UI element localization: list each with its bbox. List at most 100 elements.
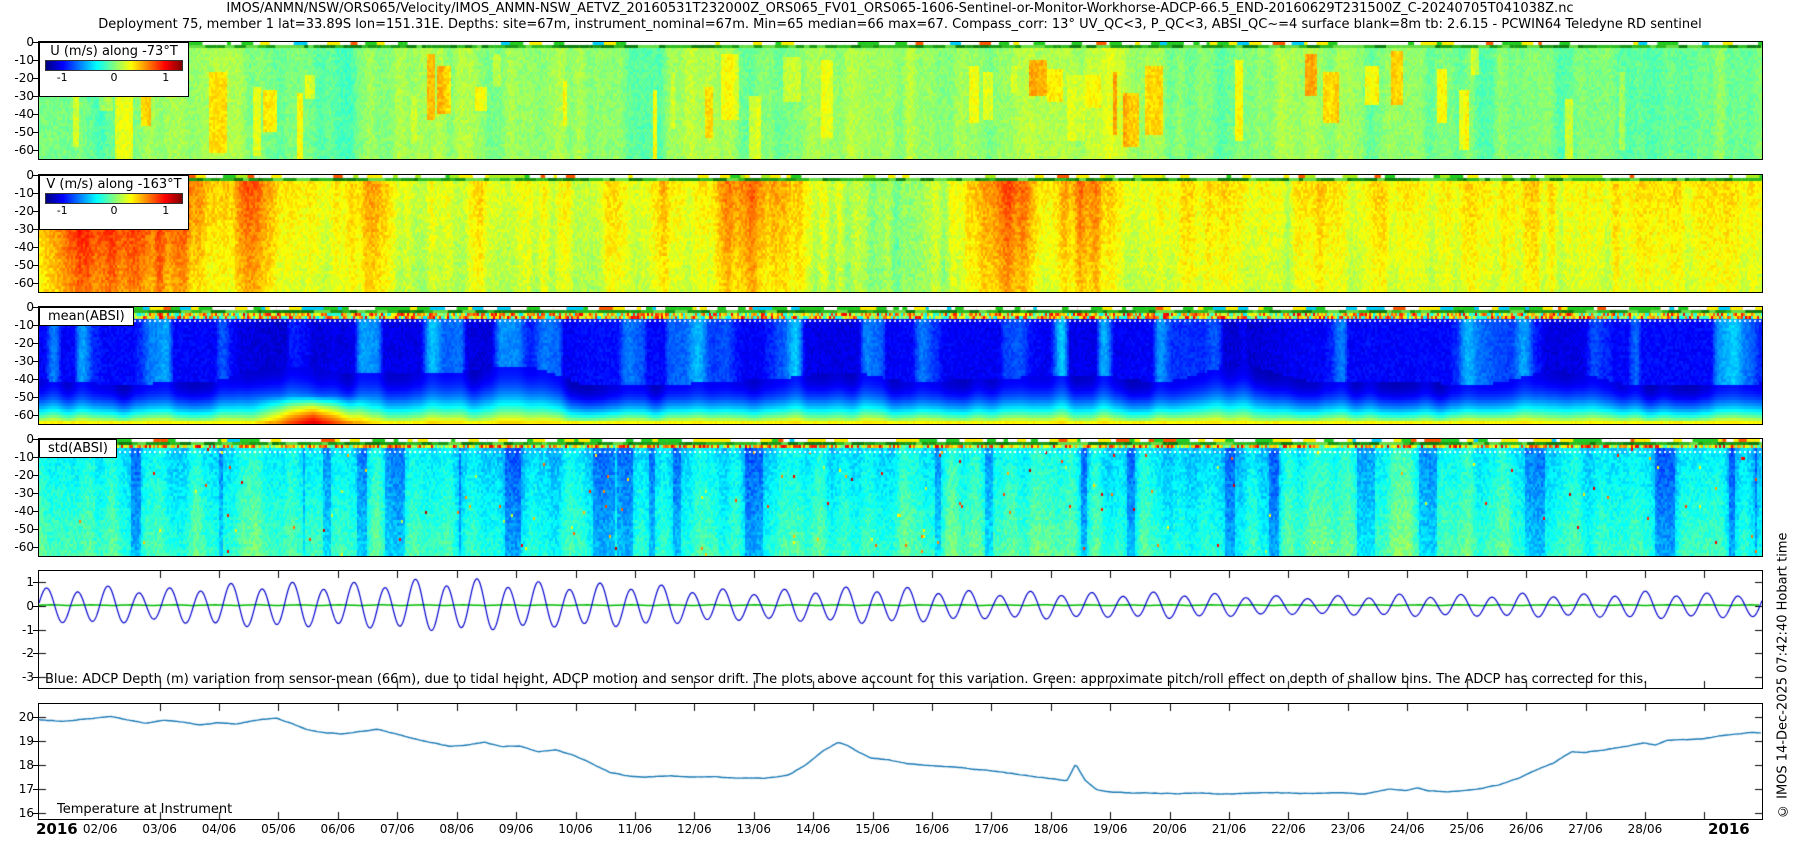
xaxis-date-label: 04/06 xyxy=(202,822,237,836)
xaxis-date-label: 11/06 xyxy=(618,822,653,836)
mean-absi-ytick-label: -20 xyxy=(0,336,34,350)
u-colorbar-legend: U (m/s) along -73°T -101 xyxy=(39,42,189,97)
adcp-monthly-plot-page: IMOS/ANMN/NSW/ORS065/Velocity/IMOS_ANMN-… xyxy=(0,0,1800,850)
temperature-ytick-label: 16 xyxy=(0,806,34,820)
depth-ytick-mark xyxy=(33,582,38,583)
u-ytick-mark xyxy=(33,42,38,43)
xaxis-date-label: 13/06 xyxy=(736,822,771,836)
u-colorbar-tick: 0 xyxy=(111,71,118,84)
xaxis-date-label: 27/06 xyxy=(1568,822,1603,836)
xaxis-date-label: 26/06 xyxy=(1509,822,1544,836)
temperature-ytick-mark xyxy=(33,813,38,814)
xaxis-date-label: 20/06 xyxy=(1152,822,1187,836)
std-absi-ytick-mark xyxy=(33,475,38,476)
v-ytick-mark xyxy=(33,283,38,284)
xaxis-date-label: 03/06 xyxy=(142,822,177,836)
std-absi-ytick-mark xyxy=(33,439,38,440)
xaxis-date-label: 15/06 xyxy=(855,822,890,836)
mean-absi-ytick-mark xyxy=(33,361,38,362)
mean-absi-ytick-mark xyxy=(33,307,38,308)
std-absi-ytick-mark xyxy=(33,457,38,458)
v-ytick-label: 0 xyxy=(0,168,34,182)
temperature-ytick-label: 19 xyxy=(0,734,34,748)
temperature-ytick-label: 18 xyxy=(0,758,34,772)
xaxis-date-label: 19/06 xyxy=(1093,822,1128,836)
v-colorbar-gradient xyxy=(45,193,183,204)
v-ytick-mark xyxy=(33,247,38,248)
xaxis-year-start: 2016 xyxy=(36,820,78,838)
depth-variation-lineplot xyxy=(39,571,1762,688)
xaxis-date-label: 22/06 xyxy=(1271,822,1306,836)
v-velocity-heatmap xyxy=(39,175,1762,292)
std-absi-ytick-label: 0 xyxy=(0,432,34,446)
std-absi-ytick-label: -30 xyxy=(0,486,34,500)
xaxis-date-label: 28/06 xyxy=(1628,822,1663,836)
u-ytick-label: -20 xyxy=(0,71,34,85)
std-absi-ytick-mark xyxy=(33,493,38,494)
u-ytick-label: -30 xyxy=(0,89,34,103)
mean-absi-ytick-label: -30 xyxy=(0,354,34,368)
std-absi-label: std(ABSI) xyxy=(39,439,117,458)
panel-depth-variation: Blue: ADCP Depth (m) variation from sens… xyxy=(38,570,1763,689)
mean-absi-ytick-mark xyxy=(33,415,38,416)
depth-variation-annotation: Blue: ADCP Depth (m) variation from sens… xyxy=(45,672,1647,687)
temperature-lineplot xyxy=(39,704,1762,819)
v-colorbar-tick: 0 xyxy=(111,204,118,217)
xaxis-date-label: 18/06 xyxy=(1034,822,1069,836)
depth-ytick-label: -1 xyxy=(0,623,34,637)
v-ytick-mark xyxy=(33,229,38,230)
v-ytick-label: -20 xyxy=(0,204,34,218)
title-file-path: IMOS/ANMN/NSW/ORS065/Velocity/IMOS_ANMN-… xyxy=(0,1,1800,16)
temperature-label: Temperature at Instrument xyxy=(57,802,232,817)
std-absi-ytick-label: -20 xyxy=(0,468,34,482)
depth-ytick-label: 0 xyxy=(0,599,34,613)
panel-temperature: Temperature at Instrument xyxy=(38,703,1763,820)
u-ytick-mark xyxy=(33,114,38,115)
temperature-ytick-mark xyxy=(33,765,38,766)
mean-absi-ytick-label: -50 xyxy=(0,390,34,404)
v-colorbar-ticks: -101 xyxy=(40,204,188,216)
xaxis-date-label: 16/06 xyxy=(915,822,950,836)
u-ytick-label: -40 xyxy=(0,107,34,121)
mean-absi-ytick-label: -40 xyxy=(0,372,34,386)
v-ytick-mark xyxy=(33,175,38,176)
xaxis-date-label: 02/06 xyxy=(83,822,118,836)
mean-absi-ytick-mark xyxy=(33,325,38,326)
u-ytick-label: -50 xyxy=(0,125,34,139)
depth-ytick-mark xyxy=(33,606,38,607)
v-colorbar-tick: -1 xyxy=(57,204,68,217)
v-ytick-mark xyxy=(33,211,38,212)
panel-u-velocity: U (m/s) along -73°T -101 xyxy=(38,41,1763,160)
u-ytick-mark xyxy=(33,132,38,133)
xaxis-date-label: 25/06 xyxy=(1449,822,1484,836)
xaxis-date-label: 07/06 xyxy=(380,822,415,836)
u-colorbar-gradient xyxy=(45,60,183,71)
xaxis-date-label: 14/06 xyxy=(796,822,831,836)
std-absi-ytick-label: -10 xyxy=(0,450,34,464)
v-ytick-label: -30 xyxy=(0,222,34,236)
mean-absi-label: mean(ABSI) xyxy=(39,307,134,326)
temperature-ytick-mark xyxy=(33,741,38,742)
v-colorbar-label: V (m/s) along -163°T xyxy=(40,177,188,192)
temperature-ytick-mark xyxy=(33,717,38,718)
std-absi-ytick-label: -40 xyxy=(0,504,34,518)
u-colorbar-tick: 1 xyxy=(162,71,169,84)
mean-absi-ytick-mark xyxy=(33,379,38,380)
u-colorbar-tick: -1 xyxy=(57,71,68,84)
depth-ytick-label: -2 xyxy=(0,646,34,660)
xaxis-date-label: 21/06 xyxy=(1212,822,1247,836)
xaxis-date-label: 17/06 xyxy=(974,822,1009,836)
v-ytick-label: -40 xyxy=(0,240,34,254)
xaxis-date-label: 08/06 xyxy=(439,822,474,836)
xaxis-date-label: 05/06 xyxy=(261,822,296,836)
depth-ytick-mark xyxy=(33,677,38,678)
std-absi-ytick-mark xyxy=(33,529,38,530)
u-ytick-mark xyxy=(33,60,38,61)
u-ytick-label: 0 xyxy=(0,35,34,49)
imos-copyright-watermark: © IMOS 14-Dec-2025 07:42:40 Hobart time xyxy=(1770,453,1796,818)
xaxis-year-end: 2016 xyxy=(1708,820,1750,838)
depth-ytick-label: 1 xyxy=(0,575,34,589)
std-absi-ytick-label: -50 xyxy=(0,522,34,536)
panel-mean-absi: mean(ABSI) xyxy=(38,306,1763,425)
temperature-ytick-mark xyxy=(33,789,38,790)
